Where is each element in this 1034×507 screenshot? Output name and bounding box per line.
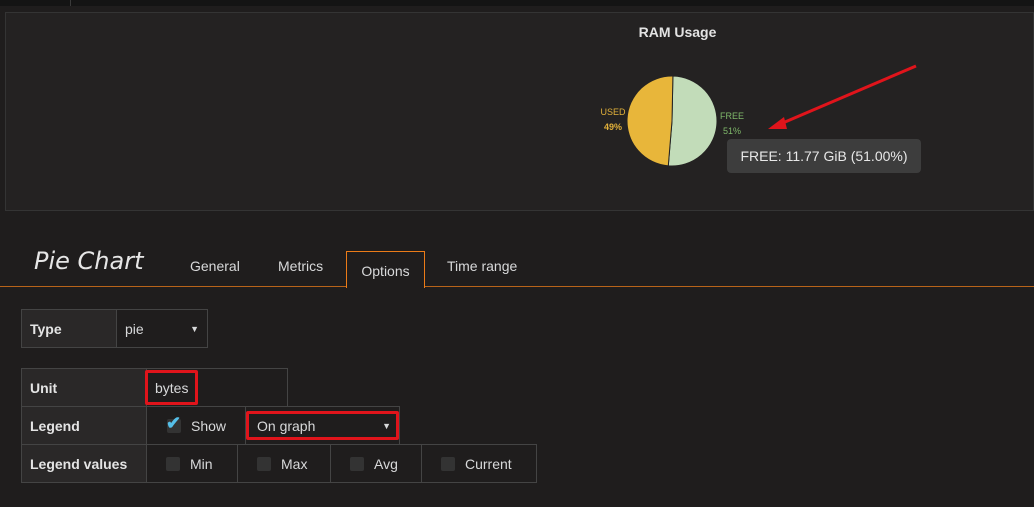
type-select-value: pie	[125, 320, 144, 337]
highlight-unit	[145, 370, 198, 405]
unit-label: Unit	[21, 368, 147, 407]
tab-metrics[interactable]: Metrics	[278, 258, 323, 274]
dropdown-arrow-icon: ▼	[190, 323, 199, 334]
max-checkbox[interactable]	[257, 456, 271, 471]
check-icon: ✔	[166, 412, 182, 433]
slice-label-used: USED	[600, 107, 626, 117]
tab-options[interactable]: Options	[346, 251, 425, 288]
tab-general[interactable]: General	[190, 258, 240, 274]
legend-values-label: Legend values	[21, 444, 147, 483]
highlight-legend-position	[246, 411, 399, 440]
current-label: Current	[465, 455, 512, 472]
legend-value-current[interactable]: Current	[421, 444, 537, 483]
avg-label: Avg	[374, 455, 398, 472]
legend-value-avg[interactable]: Avg	[330, 444, 422, 483]
annotation-arrow-head	[768, 117, 787, 129]
legend-value-max[interactable]: Max	[237, 444, 331, 483]
min-label: Min	[190, 455, 213, 472]
max-label: Max	[281, 455, 308, 472]
editor-title: Pie Chart	[34, 247, 144, 275]
slice-label-free: FREE	[720, 111, 744, 121]
chart-tooltip: FREE: 11.77 GiB (51.00%)	[727, 139, 921, 173]
legend-label: Legend	[21, 406, 147, 445]
annotation-arrow-line	[777, 64, 917, 127]
tab-time-range[interactable]: Time range	[447, 258, 517, 274]
avg-checkbox[interactable]	[350, 456, 364, 471]
tabs-underline	[0, 286, 1034, 287]
type-label: Type	[21, 309, 117, 348]
type-select[interactable]: pie ▼	[116, 309, 208, 348]
legend-value-min[interactable]: Min	[146, 444, 238, 483]
min-checkbox[interactable]	[166, 456, 180, 471]
legend-show-toggle[interactable]: ✔ Show	[146, 406, 246, 445]
slice-percent-free: 51%	[723, 126, 741, 136]
current-checkbox[interactable]	[441, 456, 455, 471]
slice-percent-used: 49%	[604, 122, 622, 132]
legend-show-label: Show	[191, 417, 227, 434]
pie-slice-used[interactable]	[626, 75, 674, 167]
pie-slice-free[interactable]	[667, 75, 718, 167]
legend-show-checkbox[interactable]: ✔	[166, 413, 181, 433]
